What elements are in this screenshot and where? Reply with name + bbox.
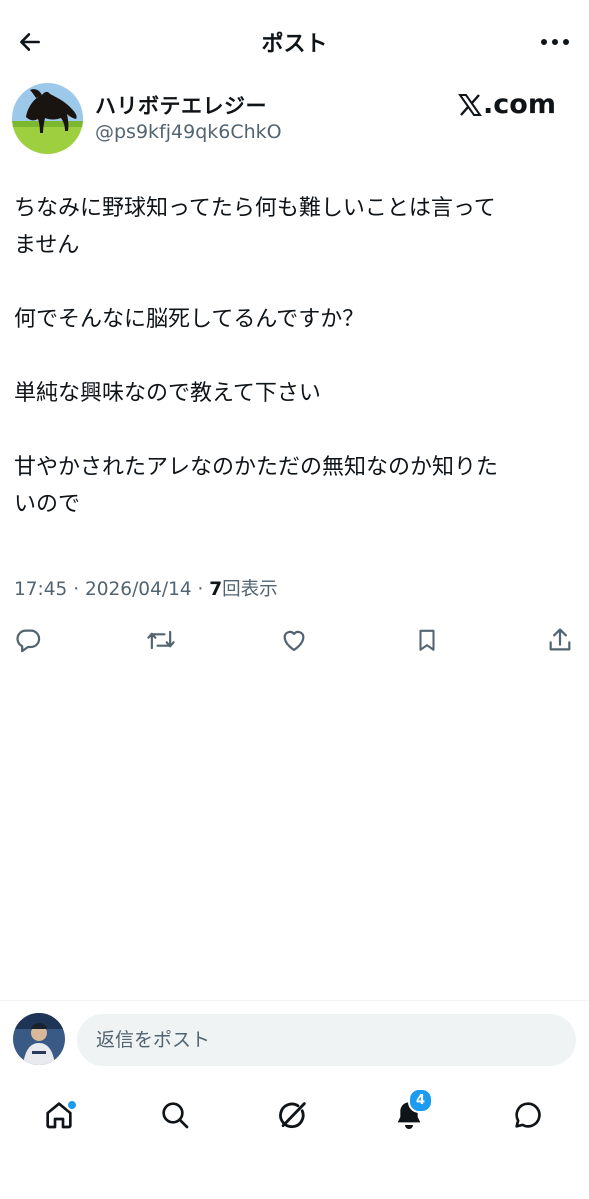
more-horizontal-icon — [541, 39, 569, 45]
post-date[interactable]: 2026/04/14 — [85, 579, 192, 600]
tab-messages[interactable] — [506, 1093, 550, 1137]
post-line: 甘やかされたアレなのかただの無知なのか知りた — [14, 455, 499, 480]
post-line: ません — [14, 233, 80, 258]
reply-divider — [0, 1000, 589, 1001]
author-avatar[interactable] — [12, 83, 83, 154]
bookmark-icon — [419, 629, 435, 651]
tab-grok[interactable] — [271, 1093, 315, 1137]
baseball-player-avatar — [13, 1013, 65, 1065]
home-unread-dot — [66, 1099, 78, 1111]
post-text: ちなみに野球知ってたら何も難しいことは言って ません 何でそんなに脳死してるんで… — [14, 190, 576, 523]
grok-icon — [279, 1102, 306, 1129]
more-button[interactable] — [535, 24, 575, 60]
tab-search[interactable] — [153, 1093, 197, 1137]
meta-separator: · — [67, 579, 85, 600]
author-handle[interactable]: @ps9kfj49qk6ChkO — [95, 121, 282, 143]
tab-notifications[interactable]: 4 — [387, 1088, 433, 1137]
bottom-tab-bar: 4 — [0, 1085, 589, 1145]
post-line: 単純な興味なので教えて下さい — [14, 381, 321, 406]
share-button[interactable] — [540, 620, 580, 660]
author-display-name[interactable]: ハリボテエレジー — [95, 90, 267, 120]
top-bar: ポスト — [0, 0, 589, 82]
reply-icon — [16, 629, 41, 653]
share-icon — [549, 628, 571, 651]
like-icon — [283, 630, 305, 652]
post-metadata: 17:45 · 2026/04/14 · 7回表示 — [14, 575, 278, 601]
repost-button[interactable] — [141, 620, 181, 660]
bookmark-button[interactable] — [407, 620, 447, 660]
horse-avatar — [12, 83, 83, 154]
post-line: ちなみに野球知ってたら何も難しいことは言って — [14, 196, 496, 221]
page-title: ポスト — [261, 32, 328, 57]
post-time[interactable]: 17:45 — [14, 579, 67, 600]
like-button[interactable] — [274, 620, 314, 660]
reply-button[interactable] — [8, 620, 48, 660]
messages-icon — [515, 1102, 541, 1128]
tab-home[interactable] — [37, 1093, 81, 1137]
x-com-watermark: .com — [458, 89, 556, 120]
current-user-avatar[interactable] — [13, 1013, 65, 1065]
post-line: いので — [14, 492, 81, 517]
repost-icon — [147, 630, 175, 650]
x-logo-icon — [458, 93, 482, 116]
notifications-badge: 4 — [408, 1088, 433, 1113]
watermark-text: .com — [483, 89, 556, 120]
post-line: 何でそんなに脳死してるんですか？ — [14, 307, 365, 332]
views-label: 回表示 — [222, 579, 278, 600]
views-count: 7 — [209, 579, 223, 600]
meta-separator: · — [191, 579, 210, 600]
reply-input[interactable]: 返信をポスト — [77, 1014, 576, 1066]
post-action-bar — [0, 620, 589, 660]
search-icon — [162, 1102, 189, 1129]
